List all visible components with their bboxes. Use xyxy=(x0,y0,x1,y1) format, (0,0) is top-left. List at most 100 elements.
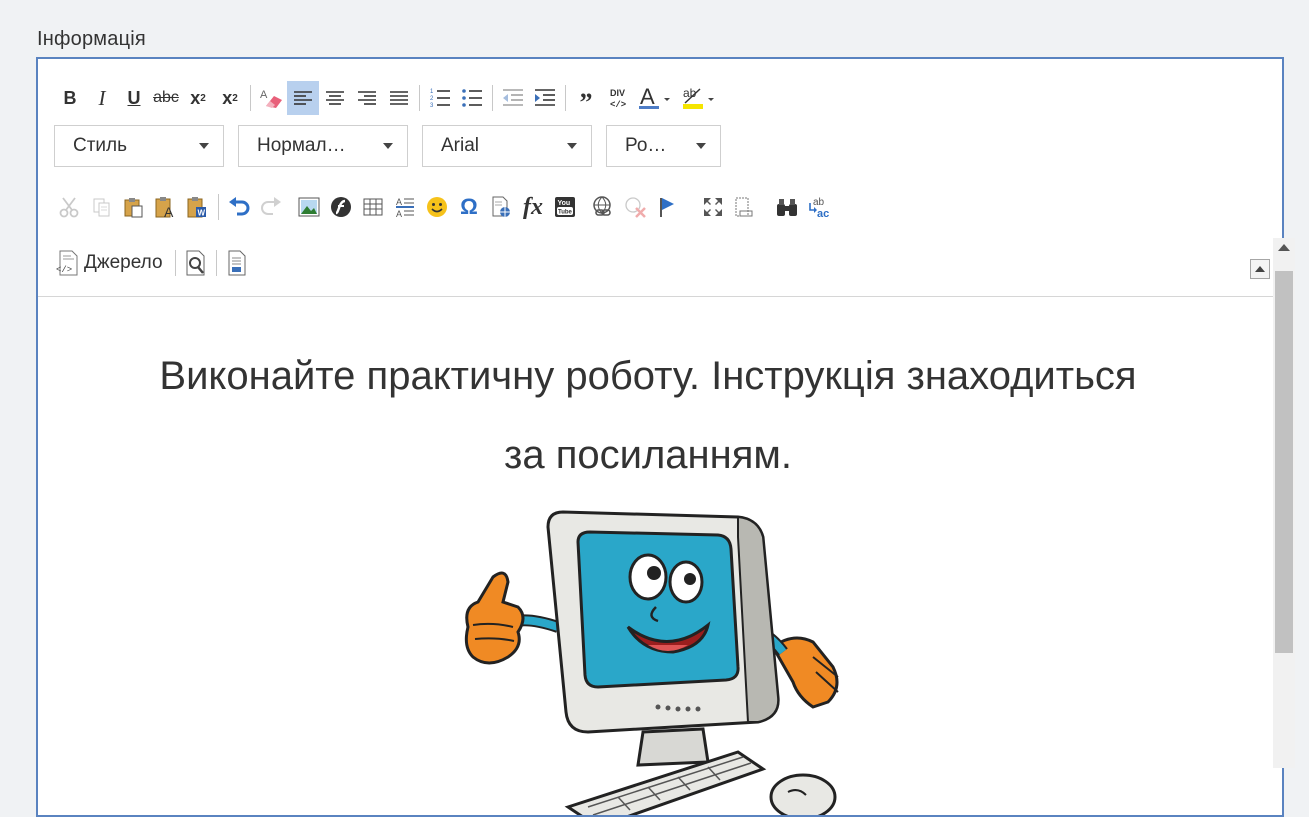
italic-button[interactable]: I xyxy=(86,81,118,115)
svg-text:1: 1 xyxy=(430,89,434,95)
underline-button[interactable]: U xyxy=(118,81,150,115)
preview-icon xyxy=(186,250,205,276)
font-combo[interactable]: Arial xyxy=(422,125,592,167)
smiley-button[interactable] xyxy=(421,190,453,224)
rich-text-editor[interactable]: B I U abc x2 x2 A 123 ” DIV </> A ab Сти… xyxy=(36,57,1284,817)
collapse-toolbar-button[interactable] xyxy=(1250,259,1270,279)
maximize-button[interactable] xyxy=(697,190,729,224)
toolbar-row-formatting: B I U abc x2 x2 A 123 ” DIV </> A ab xyxy=(54,79,722,117)
replace-icon: abac xyxy=(809,197,829,219)
toolbar-row-combos: Стиль Нормал… Arial Ро… xyxy=(54,125,735,167)
size-combo[interactable]: Ро… xyxy=(606,125,721,167)
align-center-button[interactable] xyxy=(319,81,351,115)
align-justify-button[interactable] xyxy=(383,81,415,115)
unlink-button[interactable] xyxy=(619,190,651,224)
undo-button[interactable] xyxy=(223,190,255,224)
style-combo[interactable]: Стиль xyxy=(54,125,224,167)
chevron-up-icon xyxy=(1255,266,1265,272)
div-container-button[interactable]: DIV </> xyxy=(602,81,634,115)
special-char-button[interactable]: Ω xyxy=(453,190,485,224)
table-button[interactable] xyxy=(357,190,389,224)
table-icon xyxy=(363,198,383,216)
align-right-icon xyxy=(358,91,376,105)
flash-button[interactable] xyxy=(325,190,357,224)
link-button[interactable] xyxy=(587,190,619,224)
replace-button[interactable]: ab ac xyxy=(803,190,835,224)
paste-word-icon: W xyxy=(187,197,206,218)
maximize-icon xyxy=(704,198,722,216)
paste-word-button[interactable]: W xyxy=(182,190,214,224)
redo-icon xyxy=(261,197,281,215)
toolbar-separator xyxy=(565,85,566,111)
redo-button[interactable] xyxy=(255,190,287,224)
copy-button[interactable] xyxy=(86,190,118,224)
align-right-button[interactable] xyxy=(351,81,383,115)
toolbar-separator xyxy=(218,194,219,220)
bulleted-list-button[interactable] xyxy=(456,81,488,115)
background-color-button[interactable]: ab xyxy=(678,81,722,115)
chevron-down-icon xyxy=(383,143,393,149)
templates-icon xyxy=(228,250,246,276)
indent-button[interactable] xyxy=(529,81,561,115)
blockquote-button[interactable]: ” xyxy=(570,81,602,116)
format-combo[interactable]: Нормал… xyxy=(238,125,408,167)
superscript-button[interactable]: x2 xyxy=(214,81,246,115)
chevron-down-icon xyxy=(696,143,706,149)
math-formula-button[interactable]: fx xyxy=(517,190,549,224)
align-left-button[interactable] xyxy=(287,81,319,115)
paste-text-button[interactable]: A xyxy=(150,190,182,224)
content-line-2: за посиланням. xyxy=(504,433,792,477)
div-container-icon: DIV </> xyxy=(610,88,626,109)
toolbar-separator xyxy=(215,250,217,276)
cut-button[interactable] xyxy=(54,190,86,224)
chevron-down-icon xyxy=(567,143,577,149)
scrollbar-thumb[interactable] xyxy=(1275,271,1293,653)
computer-mascot-image xyxy=(464,510,839,815)
bold-button[interactable]: B xyxy=(54,81,86,115)
align-justify-icon xyxy=(390,91,408,105)
content-scrollbar[interactable] xyxy=(1273,238,1295,768)
source-button-label: Джерело xyxy=(84,252,163,273)
text-color-button[interactable]: A xyxy=(634,81,678,115)
find-button[interactable] xyxy=(771,190,803,224)
youtube-icon: You Tube xyxy=(555,197,575,217)
font-combo-value: Arial xyxy=(441,135,480,156)
svg-text:</>: </> xyxy=(610,100,626,109)
svg-text:A: A xyxy=(164,204,174,219)
undo-icon xyxy=(229,197,250,216)
source-button[interactable]: </> Джерело xyxy=(54,246,171,280)
subscript-button[interactable]: x2 xyxy=(182,81,214,115)
bulleted-list-icon xyxy=(462,89,482,107)
svg-text:DIV: DIV xyxy=(610,88,625,98)
image-button[interactable] xyxy=(293,190,325,224)
show-blocks-button[interactable] xyxy=(729,190,761,224)
paste-text-icon: A xyxy=(155,197,174,219)
templates-button[interactable] xyxy=(221,246,253,280)
size-combo-value: Ро… xyxy=(625,135,667,156)
anchor-button[interactable] xyxy=(651,190,683,224)
strikethrough-button[interactable]: abc xyxy=(150,81,182,115)
toolbar-row-document: </> Джерело xyxy=(54,244,253,282)
scroll-up-icon[interactable] xyxy=(1278,244,1290,251)
horizontal-rule-icon: AA xyxy=(396,197,414,218)
outdent-button[interactable] xyxy=(497,81,529,115)
youtube-button[interactable]: You Tube xyxy=(549,190,581,224)
preview-button[interactable] xyxy=(180,246,212,280)
editor-toolbar: B I U abc x2 x2 A 123 ” DIV </> A ab Сти… xyxy=(38,59,1282,297)
numbered-list-button[interactable]: 123 xyxy=(424,81,456,115)
link-icon xyxy=(593,196,611,216)
svg-text:ac: ac xyxy=(817,208,829,219)
svg-text:A: A xyxy=(640,85,655,109)
toolbar-separator xyxy=(250,85,251,111)
image-icon xyxy=(298,197,320,217)
remove-format-button[interactable]: A xyxy=(255,81,287,115)
editor-content-area[interactable]: Виконайте практичну роботу. Інструкція з… xyxy=(38,297,1282,815)
paste-button[interactable] xyxy=(118,190,150,224)
horizontal-rule-button[interactable]: AA xyxy=(389,190,421,224)
paste-icon xyxy=(124,198,143,218)
svg-text:A: A xyxy=(396,197,402,207)
iframe-button[interactable] xyxy=(485,190,517,224)
flag-icon xyxy=(660,198,674,217)
source-icon: </> xyxy=(56,250,78,276)
show-blocks-icon xyxy=(735,197,753,217)
